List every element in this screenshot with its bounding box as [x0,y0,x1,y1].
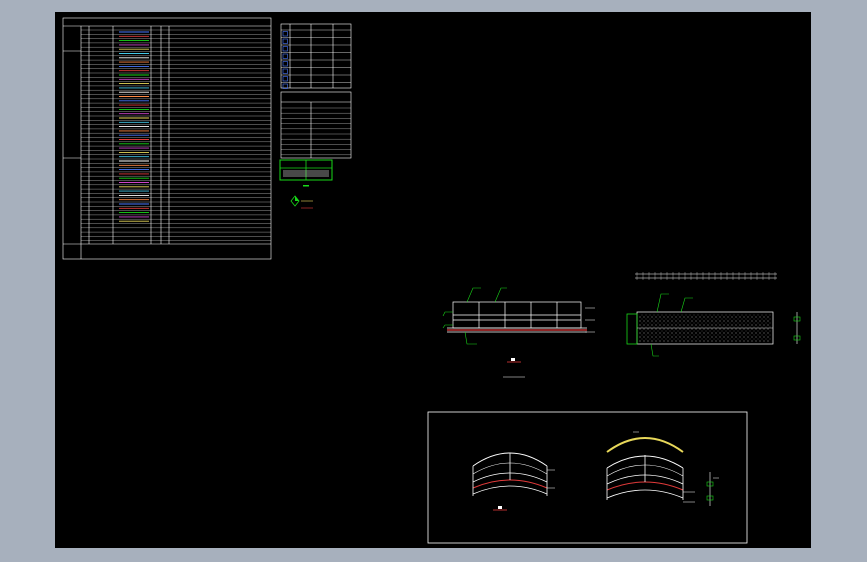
symbol-swatch-icon [282,38,288,44]
symbol-swatch-icon [282,76,288,82]
cad-drawing [62,17,801,544]
symbol-table-rows [281,29,351,89]
arch-railing-right [606,431,695,503]
symbol-swatch-icon [282,46,288,52]
elevation-title-mark [503,358,525,378]
green-legend-box [279,159,333,181]
section-symbol-icon [493,506,507,511]
symbol-table [280,23,352,89]
arch-railing-left [472,452,555,496]
elevation-callouts [442,287,507,345]
detail-section-small [706,472,719,506]
railing-section [626,273,801,357]
legend-caption-mark [303,185,309,187]
elevation-dim-labels [585,307,595,333]
symbol-swatch-icon [282,68,288,74]
section-dimension-ticks [636,272,776,280]
layer-table [62,17,272,260]
notes-table [280,91,352,159]
notes-table-rows [281,107,351,155]
layer-swatch-column [119,31,149,222]
symbol-swatch-icon [282,53,288,59]
detail-frame [427,411,748,544]
symbol-swatch-icon [282,31,288,37]
railing-elevation [447,301,587,333]
layer-table-rows [81,29,271,241]
drawing-canvas[interactable] [55,12,811,548]
symbol-swatch-icon [282,61,288,67]
north-arrow-icon [290,195,313,209]
